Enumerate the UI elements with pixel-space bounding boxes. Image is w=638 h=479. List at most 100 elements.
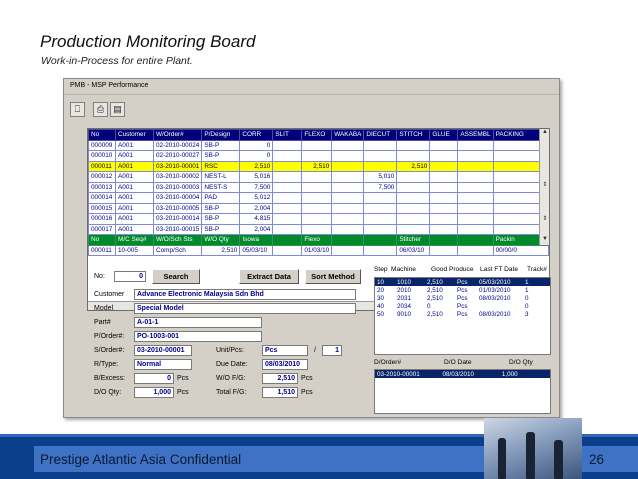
detail-row-cell: 01/03/10 bbox=[301, 244, 333, 256]
table-row-cell bbox=[396, 192, 431, 204]
list-item-cell: 2034 bbox=[397, 302, 412, 310]
table-row-cell: SB-P bbox=[201, 223, 241, 235]
table-row-cell bbox=[457, 160, 494, 172]
totalfg-field[interactable]: 1,510 bbox=[262, 387, 298, 398]
delivery-column-header[interactable]: D/O Qty bbox=[509, 359, 533, 366]
table-row[interactable]: 000011 A001 03-2010-00001 RSC 2,510 2,510 2,51… bbox=[88, 160, 549, 172]
table-row-cell: 2,510 bbox=[301, 160, 333, 172]
table-row[interactable]: 000015 A001 03-2010-00005 SB-P 2,004 bbox=[88, 202, 549, 214]
grid-header-row-cell: STITCH bbox=[396, 129, 431, 141]
sorder-field[interactable]: 03-2010-00001 bbox=[134, 345, 192, 356]
print-icon[interactable]: ⎙ bbox=[93, 102, 108, 117]
grid-header-row-cell: Customer bbox=[115, 129, 154, 141]
list-item-cell: 10 bbox=[375, 278, 395, 286]
list-item[interactable]: 40 2034 0 Pcs 0 bbox=[375, 302, 550, 310]
table-row-cell: RSC bbox=[201, 160, 241, 172]
grid-header-row-2-cell bbox=[272, 234, 303, 246]
table-row-cell: SB-P bbox=[201, 213, 241, 225]
table-row-cell bbox=[457, 139, 494, 151]
step-column-header[interactable]: Step bbox=[374, 266, 388, 273]
table-row-cell bbox=[272, 150, 303, 162]
table-row[interactable]: 000010 A001 02-2010-00027 SB-P 0 bbox=[88, 150, 549, 162]
list-item[interactable]: 50 9010 2,510 Pcs 08/03/2010 3 bbox=[375, 310, 550, 318]
table-row[interactable]: 000012 A001 03-2010-00002 NEST-L 5,016 5,010 bbox=[88, 171, 549, 183]
step-column-header[interactable]: Good Produce bbox=[431, 266, 474, 273]
table-row-cell: 000015 bbox=[88, 202, 116, 214]
scroll-up-icon[interactable]: ▲ bbox=[541, 129, 549, 138]
extract-data-button[interactable]: Extract Data bbox=[239, 269, 299, 284]
table-row[interactable]: 000014 A001 03-2010-00004 PAD 5,012 bbox=[88, 192, 549, 204]
table-row-cell bbox=[429, 192, 459, 204]
table-row-cell: 2,004 bbox=[239, 202, 274, 214]
table-row-cell: A001 bbox=[115, 150, 154, 162]
table-row-cell: NEST-L bbox=[201, 171, 241, 183]
table-row-cell: SB-P bbox=[201, 202, 241, 214]
list-item[interactable]: 03-2010-00001 08/03/2010 1,000 bbox=[375, 370, 550, 378]
exit-icon[interactable]: ⎕ bbox=[70, 102, 85, 117]
step-column-header[interactable]: Track# bbox=[527, 266, 547, 273]
grid-header-row-2[interactable]: No M/C Seq# W/O/Sch Sts W/O Qty Isowa Flexo St… bbox=[88, 234, 549, 246]
preview-icon[interactable]: ▤ bbox=[110, 102, 125, 117]
list-item-cell: 3 bbox=[525, 310, 529, 318]
table-row-cell: 000016 bbox=[88, 213, 116, 225]
detail-row-cell: 06/03/10 bbox=[396, 244, 431, 256]
list-item[interactable]: 10 1010 2,510 Pcs 05/03/2010 1 bbox=[375, 278, 550, 286]
grid-header-row-cell: GLUE bbox=[429, 129, 459, 141]
list-item-cell: 1 bbox=[523, 278, 550, 286]
table-row[interactable]: 000017 A001 03-2010-00015 SB-P 2,004 bbox=[88, 223, 549, 235]
table-row-cell bbox=[301, 171, 333, 183]
business-people-photo bbox=[484, 418, 582, 479]
part-field[interactable]: A-01-1 bbox=[134, 317, 262, 328]
table-row-cell bbox=[363, 213, 398, 225]
scroll-thumb[interactable]: ⇕ bbox=[541, 181, 549, 190]
detail-row[interactable]: 000011 10-005 Comp/Sch 2,510 05/03/10 01/03/1… bbox=[88, 244, 549, 256]
grid-header-row-2-cell: M/C Seq# bbox=[115, 234, 154, 246]
wofg-field[interactable]: 2,510 bbox=[262, 373, 298, 384]
no-input[interactable]: 0 bbox=[114, 271, 146, 282]
delivery-column-header[interactable]: D/Order# bbox=[374, 359, 401, 366]
table-row-cell bbox=[429, 213, 459, 225]
list-item-cell: Pcs bbox=[457, 286, 468, 294]
step-listbox[interactable]: 10 1010 2,510 Pcs 05/03/2010 1 20 2010 2,510 Pcs 0… bbox=[374, 277, 551, 355]
doqty-field[interactable]: 1,000 bbox=[134, 387, 174, 398]
scroll-down-icon[interactable]: ▼ bbox=[541, 236, 549, 245]
unit-field[interactable]: Pcs bbox=[262, 345, 308, 356]
table-row-cell bbox=[457, 150, 494, 162]
table-row[interactable]: 000009 A001 02-2010-00024 SB-P 0 bbox=[88, 139, 549, 151]
grid-vertical-scrollbar[interactable]: ▲ ⇕ ⇕ ▼ bbox=[539, 129, 549, 245]
table-row-cell bbox=[457, 171, 494, 183]
sort-method-button[interactable]: Sort Method bbox=[305, 269, 361, 284]
list-item-cell: 0 bbox=[525, 294, 529, 302]
list-item-cell: 9010 bbox=[397, 310, 412, 318]
table-row-cell: 5,012 bbox=[239, 192, 274, 204]
list-item-cell: 2031 bbox=[397, 294, 412, 302]
table-row[interactable]: 000016 A001 03-2010-00014 SB-P 4,815 bbox=[88, 213, 549, 225]
customer-field[interactable]: Advance Electronic Malaysia Sdn Bhd bbox=[134, 289, 356, 300]
table-row[interactable]: 000013 A001 03-2010-00003 NEST-S 7,500 7,500 bbox=[88, 181, 549, 193]
scroll-thumb-icon[interactable]: ⇕ bbox=[541, 215, 549, 224]
table-row-cell: 000010 bbox=[88, 150, 116, 162]
list-item[interactable]: 20 2010 2,510 Pcs 01/03/2010 1 bbox=[375, 286, 550, 294]
table-row-cell bbox=[301, 202, 333, 214]
delivery-listbox[interactable]: 03-2010-00001 08/03/2010 1,000 bbox=[374, 369, 551, 414]
porder-field[interactable]: PO-1003-001 bbox=[134, 331, 262, 342]
due-date-field[interactable]: 08/03/2010 bbox=[262, 359, 308, 370]
table-row-cell: 000009 bbox=[88, 139, 116, 151]
step-column-header[interactable]: Machine bbox=[391, 266, 416, 273]
bexcess-field[interactable]: 0 bbox=[134, 373, 174, 384]
list-item[interactable]: 30 2031 2,510 Pcs 08/03/2010 0 bbox=[375, 294, 550, 302]
bexcess-label: B/Excess: bbox=[94, 375, 126, 382]
table-row-cell bbox=[272, 139, 303, 151]
model-field[interactable]: Special Model bbox=[134, 303, 356, 314]
step-column-header[interactable]: Last FT Date bbox=[480, 266, 518, 273]
table-row-cell: 03-2010-00002 bbox=[152, 171, 203, 183]
rtype-field[interactable]: Normal bbox=[134, 359, 192, 370]
porder-label: P/Order#: bbox=[94, 333, 125, 340]
search-button[interactable]: Search bbox=[152, 269, 200, 284]
list-item-cell: 30 bbox=[377, 294, 385, 302]
no-label: No: bbox=[94, 273, 105, 280]
delivery-column-header[interactable]: D/O Date bbox=[444, 359, 471, 366]
grid-header-row[interactable]: No Customer W/Order# P/Design CORR SLIT FLEXO W… bbox=[88, 129, 549, 141]
unit-qty-field[interactable]: 1 bbox=[322, 345, 342, 356]
table-row-cell bbox=[429, 139, 459, 151]
